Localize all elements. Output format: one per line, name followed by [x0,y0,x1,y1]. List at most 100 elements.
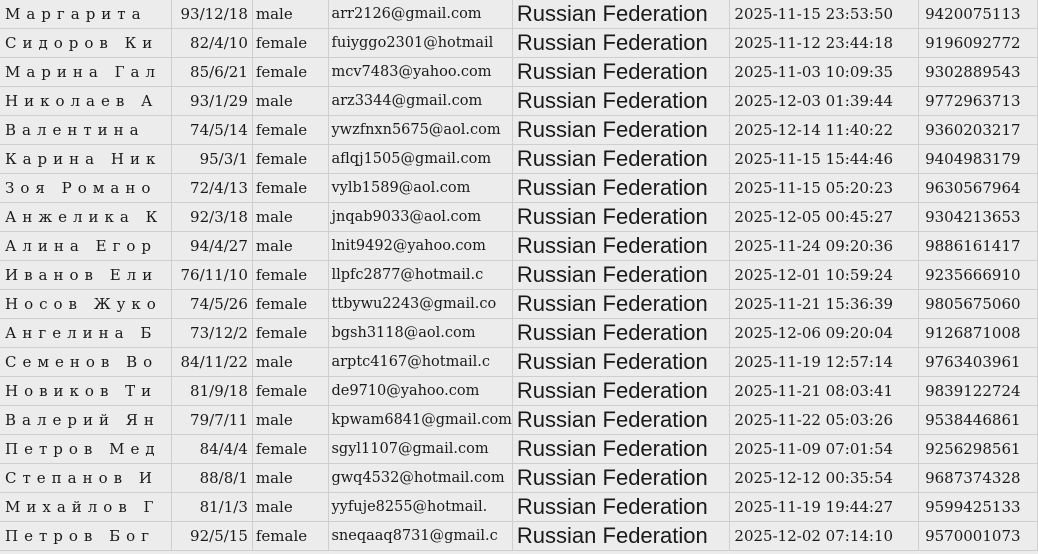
cell-email[interactable]: arptc4167@hotmail.c [328,347,513,377]
cell-name[interactable]: Марина Гал [0,57,173,87]
cell-phone[interactable]: 9196092772 [918,28,1038,58]
cell-country[interactable]: Russian Federation [512,231,731,261]
cell-phone[interactable]: 9599425133 [918,492,1038,522]
cell-country[interactable]: Russian Federation [512,492,731,522]
cell-gender[interactable]: female [252,434,330,464]
cell-email[interactable]: yyfuje8255@hotmail. [328,492,513,522]
cell-timestamp[interactable]: 2025-11-19 19:44:27 [729,492,920,522]
cell-timestamp[interactable]: 2025-12-06 09:20:04 [729,318,920,348]
cell-phone[interactable]: 9772963713 [918,86,1038,116]
cell-country[interactable]: Russian Federation [512,57,731,87]
cell-email[interactable]: bgsh3118@aol.com [328,318,513,348]
cell-birthdate[interactable]: 84/11/22 [171,347,253,377]
cell-birthdate[interactable]: 81/1/3 [171,492,253,522]
cell-birthdate[interactable]: 88/8/1 [171,463,253,493]
cell-timestamp[interactable]: 2025-11-15 05:20:23 [729,173,920,203]
cell-gender[interactable]: male [252,463,330,493]
cell-phone[interactable]: 9235666910 [918,260,1038,290]
cell-country[interactable]: Russian Federation [512,347,731,377]
cell-birthdate[interactable]: 73/12/2 [171,318,253,348]
cell-birthdate[interactable]: 76/11/10 [171,260,253,290]
cell-gender[interactable]: female [252,289,330,319]
cell-name[interactable]: Зоя Романо [0,173,173,203]
cell-timestamp[interactable]: 2025-11-21 08:03:41 [729,376,920,406]
cell-timestamp[interactable]: 2025-11-22 05:03:26 [729,405,920,435]
cell-name[interactable]: Николаев А [0,86,173,116]
cell-country[interactable]: Russian Federation [512,260,731,290]
cell-gender[interactable]: male [252,347,330,377]
cell-gender[interactable]: male [252,231,330,261]
cell-gender[interactable]: female [252,28,330,58]
cell-timestamp[interactable]: 2025-11-15 15:44:46 [729,144,920,174]
cell-email[interactable]: sgyl1107@gmail.com [328,434,513,464]
cell-gender[interactable]: female [252,376,330,406]
cell-name[interactable]: Алина Егор [0,231,173,261]
cell-name[interactable]: Носов Жуко [0,289,173,319]
cell-email[interactable]: llpfc2877@hotmail.c [328,260,513,290]
cell-birthdate[interactable]: 84/4/4 [171,434,253,464]
cell-name[interactable]: Петров Мед [0,434,173,464]
cell-birthdate[interactable]: 82/4/10 [171,28,253,58]
cell-name[interactable]: Михайлов Г [0,492,173,522]
cell-birthdate[interactable]: 95/3/1 [171,144,253,174]
cell-phone[interactable]: 9360203217 [918,115,1038,145]
cell-email[interactable]: de9710@yahoo.com [328,376,513,406]
cell-timestamp[interactable]: 2025-11-24 09:20:36 [729,231,920,261]
cell-phone[interactable]: 9630567964 [918,173,1038,203]
cell-country[interactable]: Russian Federation [512,289,731,319]
cell-email[interactable]: mcv7483@yahoo.com [328,57,513,87]
cell-birthdate[interactable]: 92/3/18 [171,202,253,232]
cell-timestamp[interactable]: 2025-12-03 01:39:44 [729,86,920,116]
cell-phone[interactable]: 9538446861 [918,405,1038,435]
cell-phone[interactable]: 9404983179 [918,144,1038,174]
cell-email[interactable]: sneqaaq8731@gmail.c [328,521,513,551]
cell-birthdate[interactable]: 72/4/13 [171,173,253,203]
cell-birthdate[interactable]: 93/1/29 [171,86,253,116]
cell-phone[interactable]: 9805675060 [918,289,1038,319]
cell-country[interactable]: Russian Federation [512,405,731,435]
cell-timestamp[interactable]: 2025-12-02 07:14:10 [729,521,920,551]
cell-gender[interactable]: female [252,115,330,145]
cell-email[interactable]: lnit9492@yahoo.com [328,231,513,261]
cell-country[interactable]: Russian Federation [512,144,731,174]
cell-timestamp[interactable]: 2025-11-03 10:09:35 [729,57,920,87]
cell-country[interactable]: Russian Federation [512,0,731,29]
cell-gender[interactable]: male [252,0,330,29]
cell-timestamp[interactable]: 2025-11-19 12:57:14 [729,347,920,377]
cell-phone[interactable]: 9839122724 [918,376,1038,406]
cell-country[interactable]: Russian Federation [512,173,731,203]
cell-timestamp[interactable]: 2025-11-21 15:36:39 [729,289,920,319]
cell-gender[interactable]: female [252,318,330,348]
cell-phone[interactable]: 9302889543 [918,57,1038,87]
cell-email[interactable]: arr2126@gmail.com [328,0,513,29]
cell-phone[interactable]: 9763403961 [918,347,1038,377]
cell-timestamp[interactable]: 2025-12-12 00:35:54 [729,463,920,493]
cell-name[interactable]: Сидоров Ки [0,28,173,58]
cell-phone[interactable]: 9687374328 [918,463,1038,493]
cell-birthdate[interactable]: 92/5/15 [171,521,253,551]
cell-timestamp[interactable]: 2025-11-09 07:01:54 [729,434,920,464]
cell-country[interactable]: Russian Federation [512,434,731,464]
cell-email[interactable]: ttbywu2243@gmail.co [328,289,513,319]
cell-phone[interactable]: 9304213653 [918,202,1038,232]
cell-timestamp[interactable]: 2025-11-15 23:53:50 [729,0,920,29]
cell-birthdate[interactable]: 79/7/11 [171,405,253,435]
cell-gender[interactable]: male [252,86,330,116]
cell-email[interactable]: ywzfnxn5675@aol.com [328,115,513,145]
cell-timestamp[interactable]: 2025-11-12 23:44:18 [729,28,920,58]
cell-phone[interactable]: 9126871008 [918,318,1038,348]
cell-country[interactable]: Russian Federation [512,115,731,145]
cell-phone[interactable]: 9256298561 [918,434,1038,464]
cell-email[interactable]: aflqj1505@gmail.com [328,144,513,174]
cell-name[interactable]: Маргарита [0,0,173,29]
cell-gender[interactable]: female [252,260,330,290]
cell-name[interactable]: Анжелика К [0,202,173,232]
cell-name[interactable]: Карина Ник [0,144,173,174]
cell-country[interactable]: Russian Federation [512,318,731,348]
cell-email[interactable]: gwq4532@hotmail.com [328,463,513,493]
cell-country[interactable]: Russian Federation [512,28,731,58]
cell-gender[interactable]: male [252,202,330,232]
cell-phone[interactable]: 9886161417 [918,231,1038,261]
cell-birthdate[interactable]: 93/12/18 [171,0,253,29]
cell-gender[interactable]: female [252,173,330,203]
